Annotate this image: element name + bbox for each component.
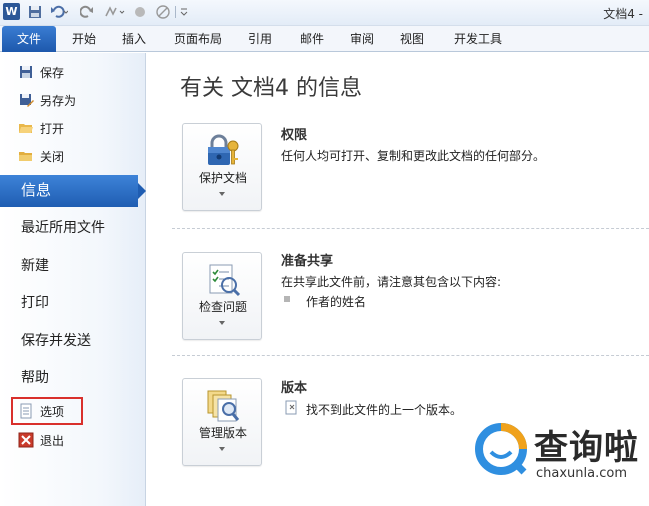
nav-options-label: 选项: [40, 404, 65, 419]
prepare-sharing-title: 准备共享: [281, 254, 334, 269]
nav-new[interactable]: 新建: [21, 253, 49, 279]
nav-close[interactable]: 关闭: [18, 145, 64, 167]
title-bar: W 文档4 -: [0, 0, 649, 26]
prepare-sharing-text: 在共享此文件前，请注意其包含以下内容:: [281, 275, 502, 289]
chaxunla-logo-icon: [474, 422, 528, 476]
nav-info-label: 信息: [21, 181, 52, 199]
nav-help[interactable]: 帮助: [21, 365, 49, 391]
toolbar-separator: [175, 6, 176, 18]
tab-file[interactable]: 文件: [2, 26, 56, 52]
versions-icon: [205, 389, 241, 423]
options-icon: [18, 403, 34, 419]
watermark: 查询啦 chaxunla.com: [474, 420, 644, 490]
tab-insert[interactable]: 插入: [114, 26, 154, 52]
nav-open-label: 打开: [40, 121, 65, 136]
nav-save-send[interactable]: 保存并发送: [21, 328, 91, 354]
repeat-icon[interactable]: [102, 3, 128, 21]
watermark-text: 查询啦: [534, 428, 639, 468]
tab-references[interactable]: 引用: [242, 26, 278, 52]
undo-icon[interactable]: [48, 3, 70, 21]
lock-key-icon: [205, 134, 241, 168]
nav-recent[interactable]: 最近所用文件: [21, 215, 105, 241]
nav-print[interactable]: 打印: [21, 290, 49, 316]
redo-icon[interactable]: [78, 3, 96, 21]
close-folder-icon: [18, 148, 34, 164]
window-title: 文档4 -: [603, 7, 643, 21]
manage-versions-label: 管理版本: [198, 426, 247, 440]
word-logo-icon: W: [3, 3, 20, 20]
permissions-title: 权限: [281, 128, 308, 143]
circle-icon[interactable]: [132, 3, 148, 21]
nav-save[interactable]: 保存: [18, 61, 64, 83]
watermark-url: chaxunla.com: [536, 466, 627, 481]
permissions-text: 任何人均可打开、复制和更改此文档的任何部分。: [281, 149, 546, 163]
nav-open[interactable]: 打开: [18, 117, 64, 139]
save-icon[interactable]: [26, 3, 44, 21]
chevron-down-icon: [219, 447, 225, 451]
tab-mailings[interactable]: 邮件: [294, 26, 330, 52]
save-as-icon: [18, 92, 34, 108]
chevron-down-icon: [219, 321, 225, 325]
protect-document-button[interactable]: 保护文档: [182, 123, 262, 211]
versions-title: 版本: [281, 381, 308, 396]
chevron-down-icon: [219, 192, 225, 196]
bullet-icon: [284, 296, 290, 302]
nav-exit-label: 退出: [40, 433, 65, 448]
section-divider: [172, 228, 649, 229]
nav-save-label: 保存: [40, 65, 65, 80]
protect-document-label: 保护文档: [198, 171, 247, 185]
nav-close-label: 关闭: [40, 149, 65, 164]
nav-save-as-label: 另存为: [40, 93, 77, 108]
versions-text: 找不到此文件的上一个版本。: [306, 403, 463, 417]
check-issues-button[interactable]: 检查问题: [182, 252, 262, 340]
nav-save-as[interactable]: 另存为: [18, 89, 76, 111]
tab-view[interactable]: 视图: [394, 26, 430, 52]
nav-options[interactable]: 选项: [18, 400, 64, 422]
tab-developer[interactable]: 开发工具: [446, 26, 510, 52]
no-icon[interactable]: [154, 3, 172, 21]
tab-home[interactable]: 开始: [64, 26, 104, 52]
save-icon: [18, 64, 34, 80]
tab-page-layout[interactable]: 页面布局: [168, 26, 228, 52]
manage-versions-button[interactable]: 管理版本: [182, 378, 262, 466]
no-version-icon: [284, 400, 300, 419]
exit-icon: [18, 432, 34, 448]
customize-icon[interactable]: [178, 3, 190, 21]
ribbon-tabs: 文件 开始 插入 页面布局 引用 邮件 审阅 视图 开发工具: [0, 26, 649, 52]
section-divider: [172, 355, 649, 356]
check-issues-label: 检查问题: [198, 300, 247, 314]
page-title: 有关 文档4 的信息: [180, 76, 362, 101]
tab-review[interactable]: 审阅: [344, 26, 380, 52]
open-folder-icon: [18, 120, 34, 136]
author-name-item: 作者的姓名: [306, 295, 367, 309]
nav-info[interactable]: 信息: [0, 175, 146, 207]
checklist-icon: [205, 263, 241, 297]
nav-exit[interactable]: 退出: [18, 429, 64, 451]
